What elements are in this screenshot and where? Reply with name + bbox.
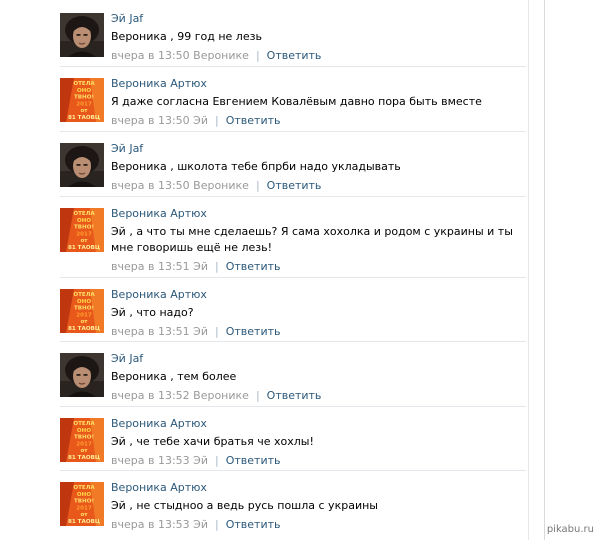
comment-time: вчера в 13:53 (111, 518, 190, 531)
poster-text: ОНО (77, 428, 91, 434)
meta-separator: | (255, 389, 260, 402)
poster-text: 81 ТАОВЦ (68, 326, 100, 332)
reply-button[interactable]: Ответить (226, 114, 281, 127)
poster-text: ОТЕЛА (73, 485, 95, 491)
reply-to[interactable]: Эй (193, 454, 208, 467)
comment-time: вчера в 13:51 (111, 325, 190, 338)
comment-meta: вчера в 13:50 Веронике | Ответить (111, 49, 523, 63)
reply-button[interactable]: Ответить (226, 325, 281, 338)
comment-time: вчера в 13:51 (111, 260, 190, 273)
comment-time: вчера в 13:50 (111, 114, 190, 127)
avatar[interactable] (60, 353, 104, 397)
comment-time: вчера в 13:52 (111, 389, 190, 402)
poster-text: ТВНО! (74, 95, 94, 101)
poster-text: 81 ТАОВЦ (68, 519, 100, 525)
reply-button[interactable]: Ответить (267, 49, 322, 62)
avatar[interactable] (60, 143, 104, 187)
poster-text: 2017 (76, 505, 92, 511)
reply-to[interactable]: Веронике (193, 179, 249, 192)
comment-author[interactable]: Вероника Артюх (111, 77, 523, 91)
scrollbar-line (544, 0, 545, 540)
comment-author[interactable]: Вероника Артюх (111, 288, 523, 302)
comment-meta: вчера в 13:52 Веронике | Ответить (111, 389, 523, 403)
poster-text: от (80, 512, 88, 518)
poster-text: от (80, 319, 88, 325)
comment-text: Вероника , тем более (111, 370, 237, 383)
avatar[interactable]: ОТЕЛА ОНО ТВНО! 2017 от 81 ТАОВЦ (60, 78, 104, 122)
meta-separator: | (255, 49, 260, 62)
avatar[interactable]: ОТЕЛА ОНО ТВНО! 2017 от 81 ТАОВЦ (60, 208, 104, 252)
reply-button[interactable]: Ответить (267, 179, 322, 192)
poster-text: 2017 (76, 441, 92, 447)
comment-meta: вчера в 13:53 Эй | Ответить (111, 518, 523, 532)
comment-text: Я даже согласна Евгением Ковалёвым давно… (111, 95, 482, 108)
poster-text: ОТЕЛА (73, 421, 95, 427)
reply-to[interactable]: Эй (193, 260, 208, 273)
comment-meta: вчера в 13:50 Веронике | Ответить (111, 179, 523, 193)
comment-text: Эй , не стыдноо а ведь русь пошла с укра… (111, 499, 378, 512)
comment-meta: вчера в 13:51 Эй | Ответить (111, 260, 523, 274)
comment-text: Эй , что надо? (111, 306, 194, 319)
poster-text: ТВНО! (74, 306, 94, 312)
reply-to[interactable]: Эй (193, 325, 208, 338)
meta-separator: | (215, 114, 219, 127)
avatar[interactable]: ОТЕЛА ОНО ТВНО! 2017 от 81 ТАОВЦ (60, 482, 104, 526)
meta-separator: | (215, 518, 219, 531)
comment-time: вчера в 13:50 (111, 49, 190, 62)
avatar[interactable]: ОТЕЛА ОНО ТВНО! 2017 от 81 ТАОВЦ (60, 418, 104, 462)
comment-author[interactable]: Вероника Артюх (111, 481, 523, 495)
poster-text: ОТЕЛА (73, 81, 95, 87)
poster-text: 2017 (76, 101, 92, 107)
comment-meta: вчера в 13:53 Эй | Ответить (111, 454, 523, 468)
comment-text: Вероника , 99 год не лезь (111, 30, 262, 43)
reply-button[interactable]: Ответить (226, 260, 281, 273)
comment-text: Вероника , школота тебе бпрби надо уклад… (111, 160, 401, 173)
comment-time: вчера в 13:50 (111, 179, 190, 192)
right-border-line (528, 0, 529, 540)
reply-to[interactable]: Эй (193, 518, 208, 531)
poster-text: 81 ТАОВЦ (68, 115, 100, 121)
comment-author[interactable]: Вероника Артюх (111, 417, 523, 431)
meta-separator: | (215, 454, 219, 467)
poster-text: ОНО (77, 299, 91, 305)
comment-author[interactable]: Вероника Артюх (111, 207, 523, 221)
comment-author[interactable]: Эй Jaf (111, 352, 523, 366)
poster-text: 81 ТАОВЦ (68, 245, 100, 251)
comment-text: Эй , а что ты мне сделаешь? Я сама хохол… (111, 225, 513, 254)
reply-to[interactable]: Веронике (193, 49, 249, 62)
poster-text: ТВНО! (74, 499, 94, 505)
poster-text: ТВНО! (74, 225, 94, 231)
reply-to[interactable]: Веронике (193, 389, 249, 402)
reply-to[interactable]: Эй (193, 114, 208, 127)
meta-separator: | (215, 325, 219, 338)
poster-text: ОНО (77, 218, 91, 224)
meta-separator: | (255, 179, 260, 192)
poster-text: ОНО (77, 88, 91, 94)
comment-meta: вчера в 13:51 Эй | Ответить (111, 325, 523, 339)
comment-author[interactable]: Эй Jaf (111, 12, 523, 26)
poster-text: ОНО (77, 492, 91, 498)
poster-text: ТВНО! (74, 435, 94, 441)
poster-text: 2017 (76, 312, 92, 318)
poster-text: от (80, 448, 88, 454)
comment-meta: вчера в 13:50 Эй | Ответить (111, 114, 523, 128)
poster-text: от (80, 238, 88, 244)
comment-author[interactable]: Эй Jaf (111, 142, 523, 156)
poster-text: от (80, 108, 88, 114)
reply-button[interactable]: Ответить (226, 518, 281, 531)
watermark: pikabu.ru (546, 524, 594, 535)
meta-separator: | (215, 260, 219, 273)
avatar[interactable] (60, 13, 104, 57)
reply-button[interactable]: Ответить (267, 389, 322, 402)
comment-text: Эй , че тебе хачи братья че хохлы! (111, 435, 314, 448)
reply-button[interactable]: Ответить (226, 454, 281, 467)
poster-text: ОТЕЛА (73, 292, 95, 298)
poster-text: 2017 (76, 231, 92, 237)
poster-text: 81 ТАОВЦ (68, 455, 100, 461)
comment-time: вчера в 13:53 (111, 454, 190, 467)
poster-text: ОТЕЛА (73, 211, 95, 217)
avatar[interactable]: ОТЕЛА ОНО ТВНО! 2017 от 81 ТАОВЦ (60, 289, 104, 333)
